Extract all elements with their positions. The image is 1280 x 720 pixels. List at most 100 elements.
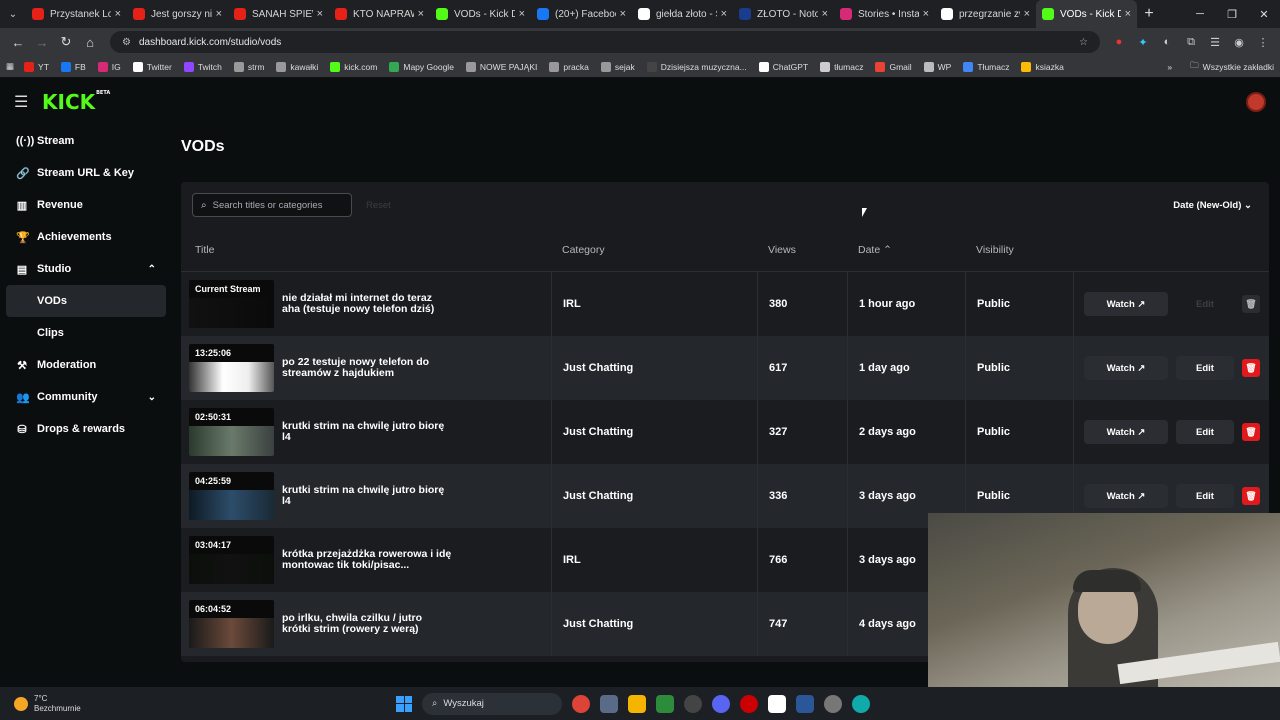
bookmark-twitter[interactable]: Twitter — [132, 61, 172, 72]
close-tab-icon[interactable]: × — [620, 8, 626, 20]
media-icon[interactable]: ☰ — [1208, 36, 1222, 49]
bookmark-twitch[interactable]: Twitch — [183, 61, 222, 72]
home-icon[interactable]: ⌂ — [78, 35, 102, 50]
obs-icon[interactable] — [684, 694, 702, 713]
translate-extension-icon[interactable]: ✦ — [1136, 36, 1150, 49]
column-date[interactable]: Date ⌃ — [847, 244, 965, 256]
sidebar-item-clips[interactable]: Clips — [6, 317, 166, 349]
watch-button[interactable]: Watch ↗ — [1084, 420, 1168, 444]
file-explorer-icon[interactable] — [628, 694, 646, 713]
sidebar-item-studio[interactable]: ▤ Studio ⌃ — [6, 253, 166, 285]
site-info-icon[interactable]: ⚙ — [122, 37, 131, 48]
record-extension-icon[interactable]: ● — [1112, 36, 1126, 49]
browser-tab[interactable]: VODs - Kick Da × — [1036, 0, 1137, 28]
vod-thumbnail[interactable]: 02:50:31 — [189, 408, 274, 456]
column-visibility[interactable]: Visibility — [965, 244, 1073, 256]
close-tab-icon[interactable]: × — [216, 8, 222, 20]
watch-button[interactable]: Watch ↗ — [1084, 356, 1168, 380]
app-icon[interactable] — [852, 694, 870, 713]
vod-thumbnail[interactable]: Current Stream — [189, 280, 274, 328]
edit-button[interactable]: Edit — [1176, 484, 1234, 508]
taskbar-search[interactable]: ⌕ Wyszukaj — [422, 692, 562, 715]
bookmark-star-icon[interactable]: ☆ — [1079, 37, 1088, 48]
forward-icon[interactable]: → — [30, 35, 54, 50]
edit-button[interactable]: Edit — [1176, 420, 1234, 444]
bookmark-chatgpt[interactable]: ChatGPT — [758, 61, 808, 72]
sidebar-item-stream-url-key[interactable]: 🔗 Stream URL & Key — [6, 157, 166, 189]
close-tab-icon[interactable]: × — [519, 8, 525, 20]
apps-icon[interactable]: ▦ — [6, 61, 14, 72]
photos-icon[interactable] — [600, 694, 618, 713]
start-button[interactable] — [396, 695, 412, 712]
close-tab-icon[interactable]: × — [317, 8, 323, 20]
browser-tab[interactable]: przegrzanie zw × — [935, 0, 1036, 28]
browser-tab[interactable]: ZŁOTO - Noto × — [733, 0, 834, 28]
user-avatar[interactable] — [1246, 92, 1266, 112]
browser-tab[interactable]: (20+) Faceboo × — [531, 0, 632, 28]
hamburger-menu-icon[interactable]: ☰ — [14, 92, 36, 112]
bookmark-wp[interactable]: WP — [923, 61, 951, 72]
bookmark-kick-com[interactable]: kick.com — [330, 61, 377, 72]
discord-icon[interactable] — [712, 694, 730, 713]
new-tab-button[interactable]: + — [1137, 5, 1161, 23]
tab-search-dropdown-icon[interactable]: ⌄ — [0, 9, 26, 20]
browser-tab[interactable]: KTO NAPRAWI × — [329, 0, 430, 28]
close-tab-icon[interactable]: × — [721, 8, 727, 20]
sidebar-item-achievements[interactable]: 🏆 Achievements — [6, 221, 166, 253]
back-icon[interactable]: ← — [6, 35, 30, 50]
bookmark-pracka[interactable]: pracka — [549, 61, 589, 72]
kick-logo[interactable]: KICKBETA — [42, 90, 110, 114]
close-tab-icon[interactable]: × — [418, 8, 424, 20]
word-icon[interactable] — [796, 694, 814, 713]
column-category[interactable]: Category — [551, 244, 757, 256]
bookmark-ig[interactable]: IG — [97, 61, 121, 72]
shield-icon[interactable] — [656, 694, 674, 713]
bookmark-gmail[interactable]: Gmail — [875, 61, 912, 72]
column-title[interactable]: Title — [181, 244, 551, 256]
search-input[interactable]: ⌕ Search titles or categories — [192, 193, 352, 217]
bookmark-nowe-paj-ki[interactable]: NOWE PAJĄKI — [465, 61, 537, 72]
bookmark-kawa-ki[interactable]: kawałki — [276, 61, 318, 72]
delete-icon[interactable]: 🗑 — [1242, 487, 1260, 505]
reload-icon[interactable]: ↻ — [54, 34, 78, 50]
browser-tab[interactable]: SANAH ŚPIEW × — [228, 0, 329, 28]
chevron-icon[interactable]: ⌄ — [148, 392, 156, 403]
capcut-icon[interactable] — [768, 694, 786, 713]
restore-icon[interactable]: ❐ — [1216, 8, 1248, 21]
minimize-icon[interactable]: ─ — [1184, 8, 1216, 21]
vod-thumbnail[interactable]: 13:25:06 — [189, 344, 274, 392]
more-bookmarks-icon[interactable]: » — [1167, 62, 1172, 72]
delete-icon[interactable]: 🗑 — [1242, 359, 1260, 377]
close-window-icon[interactable]: ✕ — [1248, 8, 1280, 21]
close-tab-icon[interactable]: × — [822, 8, 828, 20]
delete-icon[interactable]: 🗑 — [1242, 423, 1260, 441]
edit-button[interactable]: Edit — [1176, 292, 1234, 316]
watch-button[interactable]: Watch ↗ — [1084, 484, 1168, 508]
browser-tab[interactable]: Stories • Instag × — [834, 0, 935, 28]
browser-tab[interactable]: VODs - Kick Da × — [430, 0, 531, 28]
bookmark-sejak[interactable]: sejak — [600, 61, 635, 72]
reset-button[interactable]: Reset — [366, 200, 391, 211]
bookmark-ksiazka[interactable]: ksiazka — [1021, 61, 1064, 72]
chevron-icon[interactable]: ⌃ — [148, 264, 156, 275]
sidebar-item-moderation[interactable]: ⚒ Moderation — [6, 349, 166, 381]
bookmark-fb[interactable]: FB — [60, 61, 86, 72]
chrome-icon[interactable] — [572, 694, 590, 713]
close-tab-icon[interactable]: × — [115, 8, 121, 20]
bookmark-dzisiejsza-muzyczna[interactable]: Dzisiejsza muzyczna... — [646, 61, 747, 72]
profile-icon[interactable]: ◉ — [1232, 36, 1246, 49]
browser-tab[interactable]: Przystanek Lon × — [26, 0, 127, 28]
opera-icon[interactable] — [740, 694, 758, 713]
delete-icon[interactable]: 🗑 — [1242, 295, 1260, 313]
weather-widget[interactable]: 7°C Bezchmurnie — [0, 694, 220, 714]
settings-icon[interactable] — [824, 694, 842, 713]
bookmark-strm[interactable]: strm — [233, 61, 264, 72]
bookmark-yt[interactable]: YT — [24, 61, 49, 72]
bookmark-t-umacz[interactable]: Tłumacz — [963, 61, 1009, 72]
watch-button[interactable]: Watch ↗ — [1084, 292, 1168, 316]
vod-thumbnail[interactable]: 06:04:52 — [189, 600, 274, 648]
menu-icon[interactable]: ⋮ — [1256, 36, 1270, 49]
sort-dropdown[interactable]: Date (New-Old) ⌄ — [1173, 200, 1252, 211]
browser-tab[interactable]: giełda złoto - S × — [632, 0, 733, 28]
vod-thumbnail[interactable]: 03:04:17 — [189, 536, 274, 584]
